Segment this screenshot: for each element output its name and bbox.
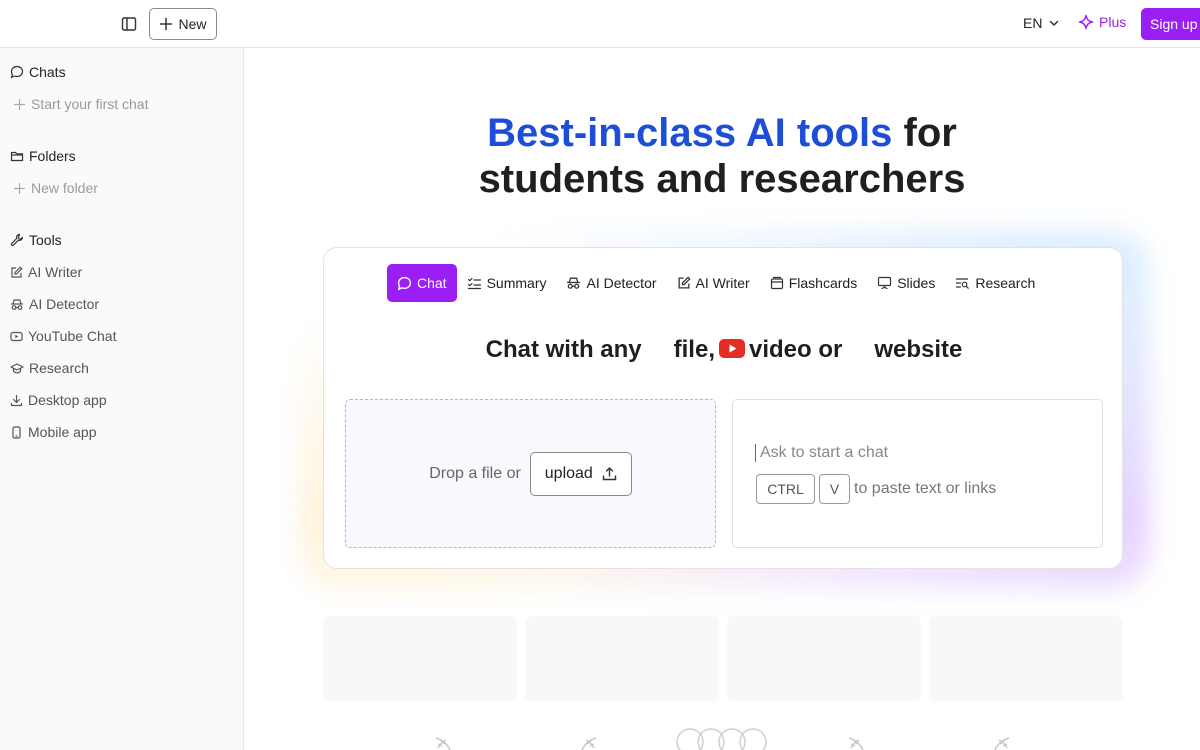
- sidebar-tools-title: Tools: [29, 232, 62, 248]
- language-label: EN: [1023, 15, 1043, 31]
- tab-research[interactable]: Research: [945, 264, 1045, 302]
- presentation-icon: [878, 276, 892, 290]
- tab-label: Flashcards: [788, 275, 858, 291]
- tab-label: Slides: [897, 275, 936, 291]
- sidebar-item-label: Mobile app: [28, 424, 97, 440]
- download-icon: [10, 394, 23, 406]
- laurel-icon: [994, 737, 1010, 750]
- tab-chat[interactable]: Chat: [387, 264, 457, 302]
- tab-label: AI Writer: [695, 275, 750, 291]
- sidebar-item-label: YouTube Chat: [28, 328, 117, 344]
- tab-flashcards[interactable]: Flashcards: [760, 264, 867, 302]
- youtube-icon: [718, 339, 745, 359]
- card-headline: Chat with any file, video or website: [324, 336, 1124, 364]
- text-search-icon: [956, 278, 970, 289]
- ask-input[interactable]: Ask to start a chat: [755, 444, 888, 462]
- upload-button[interactable]: upload: [529, 451, 632, 496]
- sidebar-toggle-icon[interactable]: [118, 13, 140, 35]
- hero-highlight: Best-in-class AI tools: [487, 111, 893, 155]
- chat-bubble-icon: [10, 65, 24, 79]
- phone-icon: [12, 425, 21, 439]
- rings-logo-icon: [676, 728, 767, 750]
- language-selector[interactable]: EN: [1023, 15, 1060, 31]
- pencil-square-icon: [678, 276, 690, 289]
- headline-video: video or: [748, 336, 843, 363]
- sidebar: Chats Start your first chat Folders New …: [0, 48, 244, 750]
- youtube-icon: [10, 331, 23, 341]
- tab-label: AI Detector: [586, 275, 657, 291]
- plus-label: Plus: [1099, 14, 1127, 30]
- new-folder-label: New folder: [31, 180, 98, 196]
- feature-card-placeholder: [323, 616, 517, 701]
- drop-text: Drop a file or: [429, 464, 521, 482]
- plus-icon: [160, 17, 173, 31]
- detective-icon: [567, 277, 581, 289]
- headline-file: file,: [673, 336, 715, 363]
- new-chat-button[interactable]: New: [149, 8, 217, 40]
- cards-icon: [770, 276, 783, 290]
- sidebar-folders-title: Folders: [29, 148, 76, 164]
- sidebar-section-chats[interactable]: Chats: [10, 64, 66, 80]
- top-bar: New EN Plus Sign up: [0, 0, 1200, 48]
- chevron-down-icon: [1050, 20, 1059, 26]
- sidebar-section-folders[interactable]: Folders: [10, 148, 76, 164]
- sidebar-item-desktop-app[interactable]: Desktop app: [10, 392, 107, 408]
- file-dropzone[interactable]: Drop a file or upload: [345, 399, 716, 548]
- pencil-square-icon: [11, 266, 23, 278]
- sign-up-button[interactable]: Sign up: [1141, 8, 1200, 40]
- sidebar-item-ai-writer[interactable]: AI Writer: [10, 264, 82, 280]
- hero-heading: Best-in-class AI tools for students and …: [244, 110, 1200, 202]
- upload-icon: [602, 467, 617, 481]
- sidebar-item-mobile-app[interactable]: Mobile app: [10, 424, 97, 440]
- headline-part1: Chat with any: [485, 336, 642, 363]
- feature-card-placeholder: [727, 616, 921, 701]
- start-first-chat-label: Start your first chat: [31, 96, 149, 112]
- paste-hint: to paste text or links: [854, 480, 997, 497]
- sidebar-item-youtube-chat[interactable]: YouTube Chat: [10, 328, 116, 344]
- feature-card-placeholder: [525, 616, 719, 701]
- sign-up-label: Sign up: [1150, 16, 1198, 32]
- tool-card: Chat Summary AI Detector AI Writer Flash…: [323, 247, 1123, 569]
- sparkle-icon: [1078, 14, 1094, 30]
- folder-icon: [10, 151, 24, 162]
- laurel-icon: [435, 737, 451, 750]
- new-chat-label: New: [178, 16, 207, 32]
- sidebar-section-tools: Tools: [10, 232, 62, 248]
- ctrl-key: CTRL: [756, 474, 815, 504]
- tab-slides[interactable]: Slides: [867, 264, 945, 302]
- wrench-icon: [10, 233, 23, 247]
- start-first-chat-link[interactable]: Start your first chat: [13, 96, 148, 112]
- tab-ai-writer[interactable]: AI Writer: [667, 264, 760, 302]
- tab-summary[interactable]: Summary: [457, 264, 557, 302]
- laurel-icon: [581, 737, 597, 750]
- tab-label: Chat: [417, 275, 447, 291]
- sidebar-item-research[interactable]: Research: [10, 360, 89, 376]
- plus-upgrade-link[interactable]: Plus: [1078, 14, 1126, 30]
- sidebar-chats-title: Chats: [29, 64, 66, 80]
- upload-label: upload: [544, 464, 593, 482]
- ask-chat-box[interactable]: Ask to start a chat CTRL V to paste text…: [732, 399, 1103, 548]
- feature-card-placeholder: [929, 616, 1123, 701]
- checklist-icon: [467, 277, 481, 289]
- graduation-cap-icon: [10, 362, 24, 373]
- sidebar-item-ai-detector[interactable]: AI Detector: [10, 296, 99, 312]
- tool-tabs: Chat Summary AI Detector AI Writer Flash…: [387, 264, 1045, 302]
- sidebar-item-label: AI Detector: [29, 296, 100, 312]
- v-key: V: [819, 474, 850, 504]
- plus-icon: [13, 182, 26, 194]
- detective-icon: [11, 298, 23, 310]
- sidebar-item-label: Desktop app: [28, 392, 107, 408]
- tab-label: Summary: [486, 275, 547, 291]
- new-folder-link[interactable]: New folder: [13, 180, 98, 196]
- tab-ai-detector[interactable]: AI Detector: [556, 264, 666, 302]
- sidebar-item-label: AI Writer: [28, 264, 83, 280]
- laurel-icon: [848, 737, 864, 750]
- tab-label: Research: [975, 275, 1036, 291]
- headline-website: website: [874, 336, 963, 363]
- sidebar-item-label: Research: [29, 360, 89, 376]
- hero-line1-rest: for: [892, 111, 957, 155]
- plus-icon: [13, 98, 26, 110]
- hero-line2: students and researchers: [478, 157, 966, 201]
- chat-bubble-icon: [397, 276, 412, 290]
